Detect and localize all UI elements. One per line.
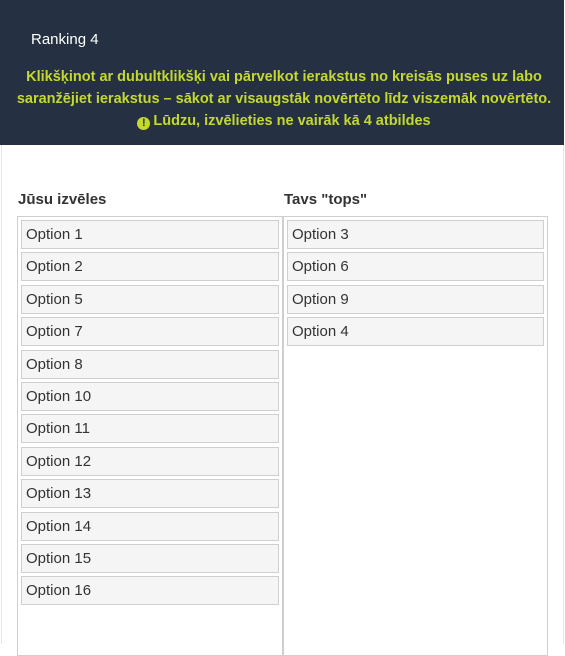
- choice-item[interactable]: Option 5: [21, 284, 279, 314]
- help-line-2: saranžējiet ierakstus – sākot ar visaugs…: [16, 91, 552, 107]
- question-title: Ranking 4: [31, 31, 99, 48]
- choice-item[interactable]: Option 7: [21, 317, 279, 347]
- ranked-item[interactable]: Option 4: [287, 317, 544, 347]
- choice-item[interactable]: Option 1: [21, 220, 279, 249]
- choice-item[interactable]: Option 10: [21, 381, 279, 411]
- choice-item[interactable]: Option 15: [21, 543, 279, 573]
- choice-item[interactable]: Option 11: [21, 414, 279, 444]
- warning-text: Lūdzu, izvēlieties ne vairāk kā 4 atbild…: [153, 113, 431, 129]
- ranked-item[interactable]: Option 6: [287, 252, 544, 282]
- help-line-1: Klikšķinot ar dubultklikšķi vai pārvelko…: [26, 69, 542, 85]
- choice-item[interactable]: Option 8: [21, 349, 279, 379]
- question-header: Ranking 4 Klikšķinot ar dubultklikšķi va…: [0, 0, 564, 145]
- choices-title: Jūsu izvēles: [18, 191, 107, 208]
- choice-item[interactable]: Option 2: [21, 252, 279, 282]
- choice-item[interactable]: Option 16: [21, 576, 279, 606]
- ranked-list[interactable]: Option 3 Option 6 Option 9 Option 4: [283, 216, 548, 656]
- choices-list[interactable]: Option 1 Option 2 Option 5 Option 7 Opti…: [17, 216, 283, 656]
- choice-item[interactable]: Option 14: [21, 511, 279, 541]
- choice-item[interactable]: Option 13: [21, 479, 279, 509]
- warning-line: ! Lūdzu, izvēlieties ne vairāk kā 4 atbil…: [12, 110, 556, 132]
- ranked-item[interactable]: Option 9: [287, 284, 544, 314]
- ranked-item[interactable]: Option 3: [287, 220, 544, 249]
- question-help: Klikšķinot ar dubultklikšķi vai pārvelko…: [12, 66, 556, 132]
- ranked-title: Tavs "tops": [284, 191, 368, 208]
- choice-item[interactable]: Option 12: [21, 446, 279, 476]
- exclamation-icon: !: [137, 117, 151, 130]
